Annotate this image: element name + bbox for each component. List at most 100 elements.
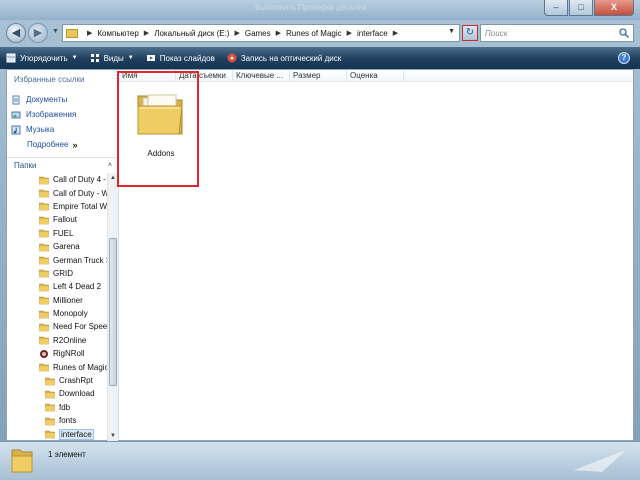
tree-folder-label: Monopoly	[53, 309, 88, 319]
column-size[interactable]: Размер	[290, 70, 347, 81]
minimize-button[interactable]: –	[544, 0, 568, 16]
more-label: Подробнее	[27, 140, 69, 149]
favorite-music[interactable]: Музыка	[11, 122, 78, 137]
views-icon	[90, 54, 99, 62]
address-dropdown-icon[interactable]: ▼	[448, 28, 455, 35]
back-button[interactable]: ◀	[6, 23, 26, 43]
column-tags[interactable]: Ключевые ...	[233, 70, 290, 81]
recent-pages-dropdown[interactable]: ▼	[52, 28, 59, 35]
search-input[interactable]: Поиск	[480, 24, 634, 42]
tree-folder-item[interactable]: Download	[7, 387, 107, 400]
burn-disc-button[interactable]: Запись на оптический диск	[227, 53, 341, 63]
tree-folder-item[interactable]: Left 4 Dead 2	[7, 280, 107, 293]
tree-folder-item[interactable]: Fallout	[7, 213, 107, 226]
folder-icon	[39, 189, 49, 198]
folder-icon	[39, 323, 49, 332]
tree-scrollbar[interactable]: ▲ ▼	[107, 173, 118, 441]
folder-tree: Call of Duty 4 - Call of Duty - W Empire …	[7, 173, 107, 441]
slideshow-button[interactable]: Показ слайдов	[146, 53, 215, 63]
decorative-swoosh	[574, 450, 626, 472]
folder-icon	[45, 430, 55, 439]
documents-icon	[12, 95, 20, 104]
favorites-more-link[interactable]: Подробнее»	[27, 137, 78, 152]
tree-folder-label: Millioner	[53, 295, 83, 305]
app-icon	[40, 349, 48, 358]
tree-folder-label: Call of Duty 4 -	[53, 175, 106, 185]
help-icon[interactable]: ?	[618, 52, 630, 64]
tree-folder-label: RigNRoll	[53, 349, 85, 359]
disc-icon	[227, 53, 237, 63]
favorite-pictures[interactable]: Изображения	[11, 107, 78, 122]
views-label: Виды	[103, 53, 124, 63]
tree-folder-item[interactable]: Call of Duty 4 -	[7, 173, 107, 186]
tree-folder-label: Runes of Magic	[53, 362, 107, 372]
tree-folder-item[interactable]: German Truck S	[7, 253, 107, 266]
organize-icon	[6, 53, 16, 63]
maximize-button[interactable]: □	[569, 0, 593, 16]
folder-icon	[45, 417, 55, 426]
favorite-documents[interactable]: Документы	[11, 92, 78, 107]
tree-folder-item[interactable]: Monopoly	[7, 307, 107, 320]
file-list-pane: Имя Дата съемки Ключевые ... Размер Оцен…	[117, 70, 633, 440]
music-icon	[11, 125, 21, 134]
folder-item-addons[interactable]: Addons	[129, 86, 193, 168]
column-rating[interactable]: Оценка	[347, 70, 404, 81]
folder-icon	[39, 229, 49, 238]
tree-folder-label: fdb	[59, 402, 71, 412]
breadcrumb-runes-of-magic[interactable]: Runes of Magic ▶	[286, 29, 357, 38]
tree-folder-item[interactable]: Call of Duty - W	[7, 186, 107, 199]
search-placeholder: Поиск	[485, 28, 508, 38]
scroll-thumb[interactable]	[109, 238, 117, 386]
breadcrumb-local-disk[interactable]: Локальный диск (E:) ▶	[154, 29, 245, 38]
favorites-title: Избранные ссылки	[14, 75, 85, 84]
organize-label: Упорядочить	[20, 53, 68, 63]
folder-icon	[45, 377, 55, 385]
column-name[interactable]: Имя	[119, 70, 176, 81]
organize-button[interactable]: Упорядочить ▼	[6, 53, 78, 63]
favorites-list: Документы Изображения Музыка Подробнее»	[11, 92, 78, 152]
tree-folder-item[interactable]: RigNRoll	[7, 347, 107, 360]
tree-folder-item[interactable]: Millioner	[7, 294, 107, 307]
double-chevron-icon: »	[72, 139, 78, 150]
refresh-button[interactable]: ↻	[462, 25, 478, 41]
tree-folder-item[interactable]: interface	[7, 427, 107, 440]
command-bar: Упорядочить ▼ Виды ▼ Показ слайдов Запись …	[0, 47, 640, 69]
status-folder-icon	[11, 449, 33, 473]
tree-folder-item[interactable]: fonts	[7, 414, 107, 427]
scroll-down-arrow[interactable]: ▼	[108, 431, 118, 441]
chevron-up-icon: ˄	[107, 162, 112, 169]
details-pane: 1 элемент	[0, 441, 640, 480]
tree-folder-label: FUEL	[53, 228, 74, 238]
tree-folder-label: R2Online	[53, 335, 87, 345]
breadcrumb-interface[interactable]: interface ▶	[357, 29, 403, 38]
breadcrumb-root-sep[interactable]: ▶	[82, 29, 97, 37]
tree-folder-item[interactable]: CrashRpt	[7, 374, 107, 387]
tree-folder-label: Left 4 Dead 2	[53, 282, 102, 292]
column-date-taken[interactable]: Дата съемки	[176, 70, 233, 81]
scroll-up-arrow[interactable]: ▲	[108, 173, 118, 183]
tree-folder-item[interactable]: fdb	[7, 401, 107, 414]
tree-folder-item[interactable]: FUEL	[7, 227, 107, 240]
breadcrumb-computer[interactable]: Компьютер ▶	[97, 29, 154, 38]
content-area: Избранные ссылки Документы Изображения М…	[6, 69, 634, 441]
tree-folder-item[interactable]: Empire Total W	[7, 200, 107, 213]
tree-folder-item[interactable]: Runes of Magic	[7, 360, 107, 373]
folders-header[interactable]: Папки ˄	[7, 157, 118, 173]
favorite-label: Музыка	[26, 125, 55, 134]
address-bar[interactable]: ▶ Компьютер ▶ Локальный диск (E:) ▶ Games ▶…	[62, 24, 460, 42]
forward-button[interactable]: ▶	[28, 23, 48, 43]
slideshow-label: Показ слайдов	[159, 53, 215, 63]
folder-icon	[39, 283, 49, 292]
tree-folder-item[interactable]: Garena	[7, 240, 107, 253]
tree-folder-item[interactable]: R2Online	[7, 334, 107, 347]
close-button[interactable]: X	[594, 0, 634, 16]
tree-folder-item[interactable]: GRID	[7, 267, 107, 280]
tree-folder-item[interactable]: Need For Spee	[7, 320, 107, 333]
views-button[interactable]: Виды ▼	[90, 53, 134, 63]
breadcrumb-games[interactable]: Games ▶	[245, 29, 286, 38]
background-window-title: Выполнить Проверка деталей	[255, 3, 367, 12]
folder-icon	[39, 296, 49, 305]
search-icon	[619, 28, 629, 38]
folder-icon	[39, 176, 49, 184]
burn-disc-label: Запись на оптический диск	[240, 53, 342, 63]
